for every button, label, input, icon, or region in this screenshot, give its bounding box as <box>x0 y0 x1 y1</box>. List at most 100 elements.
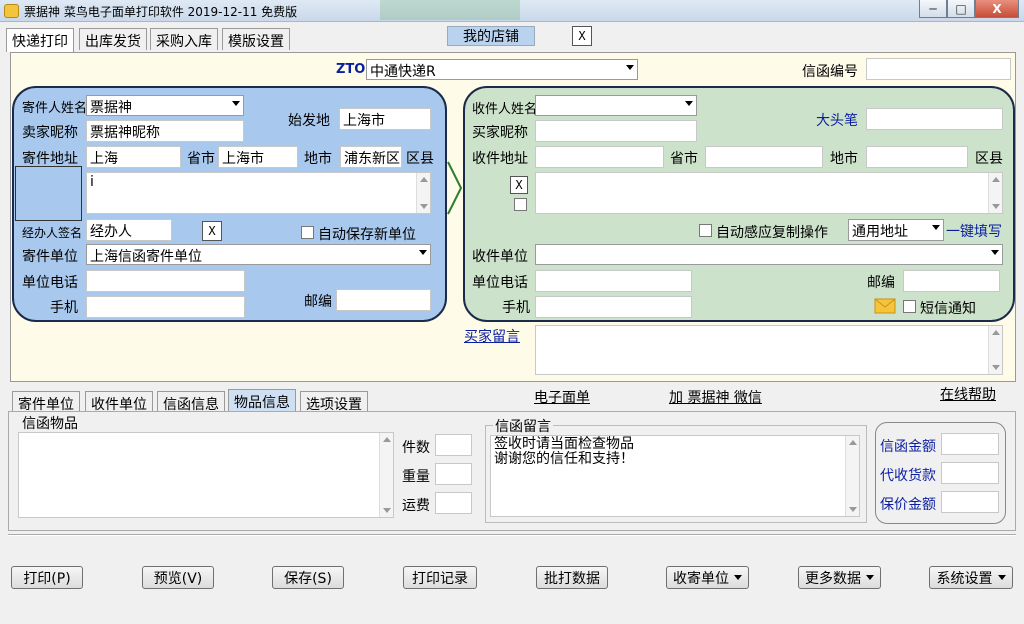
seller-nick-label: 卖家昵称 <box>22 125 78 141</box>
seller-nick-input[interactable]: 票据神昵称 <box>86 120 244 142</box>
insured-input[interactable] <box>941 491 999 513</box>
sender-zip-input[interactable] <box>336 289 431 311</box>
batch-print-button[interactable]: 批打数据 <box>536 566 608 589</box>
receiver-addr-detail[interactable] <box>535 172 1003 214</box>
arrow-right-icon <box>447 161 463 215</box>
message-line-2: 谢谢您的信任和支持！ <box>494 451 634 467</box>
sender-mobile-input[interactable] <box>86 296 245 318</box>
autocopy-checkbox[interactable] <box>699 224 712 237</box>
letter-no-input[interactable] <box>866 58 1011 80</box>
print-records-button[interactable]: 打印记录 <box>403 566 477 589</box>
message-label: 信函留言 <box>493 416 553 436</box>
tab-express-print[interactable]: 快递打印 <box>6 28 74 52</box>
receiver-county-label: 区县 <box>975 151 1003 167</box>
handler-input[interactable]: 经办人 <box>86 219 172 241</box>
handler-label: 经办人签名 <box>22 226 83 240</box>
close-button[interactable]: X <box>975 0 1019 18</box>
preview-button[interactable]: 预览(V) <box>142 566 214 589</box>
envelope-icon[interactable] <box>874 298 896 314</box>
print-button[interactable]: 打印(P) <box>11 566 83 589</box>
receiver-addr-checkbox[interactable] <box>514 198 527 211</box>
sender-name-label: 寄件人姓名 <box>22 101 88 116</box>
tab-sender-unit[interactable]: 寄件单位 <box>12 391 80 413</box>
buyer-nick-input[interactable] <box>535 120 697 142</box>
cod-input[interactable] <box>941 462 999 484</box>
close-shop-button[interactable]: X <box>572 26 592 46</box>
receiver-mobile-input[interactable] <box>535 296 692 318</box>
tab-options[interactable]: 选项设置 <box>300 391 368 413</box>
goods-textarea[interactable] <box>18 432 394 518</box>
insured-label: 保价金额 <box>880 497 936 513</box>
sender-phone-input[interactable] <box>86 270 245 292</box>
handler-clear-button[interactable]: X <box>202 221 222 241</box>
receiver-zip-label: 邮编 <box>867 275 895 291</box>
receiver-district-label: 地市 <box>830 151 858 167</box>
carrier-code: ZTO <box>336 62 366 77</box>
origin-input[interactable]: 上海市 <box>339 108 431 130</box>
receiver-city-input[interactable] <box>705 146 823 168</box>
sender-addr-detail[interactable]: i <box>86 172 431 214</box>
message-textarea[interactable]: 签收时请当面检查物品 谢谢您的信任和支持！ <box>490 435 860 517</box>
count-label: 件数 <box>402 440 430 456</box>
sender-mobile-label: 手机 <box>50 300 78 316</box>
sender-city-input[interactable]: 上海市 <box>218 146 298 168</box>
receiver-district-input[interactable] <box>866 146 968 168</box>
buyer-msg-input[interactable] <box>535 325 1003 375</box>
count-input[interactable] <box>435 434 472 456</box>
sms-label: 短信通知 <box>920 301 976 317</box>
esheet-link[interactable]: 电子面单 <box>534 387 590 407</box>
sender-city-label: 省市 <box>187 151 215 167</box>
autosave-checkbox[interactable] <box>301 226 314 239</box>
tab-letter-info[interactable]: 信函信息 <box>157 391 225 413</box>
sender-unit-label: 寄件单位 <box>22 249 78 265</box>
minimize-button[interactable]: ─ <box>919 0 947 18</box>
wechat-link[interactable]: 加 票据神 微信 <box>669 387 762 407</box>
bighead-input[interactable] <box>866 108 1003 130</box>
sender-district-input[interactable]: 浦东新区 <box>340 146 402 168</box>
sms-checkbox[interactable] <box>903 300 916 313</box>
title-bar: 票据神 菜鸟电子面单打印软件 2019-12-11 免费版 <box>0 0 1024 22</box>
receiver-province-input[interactable] <box>535 146 664 168</box>
letter-amount-label: 信函金额 <box>880 439 936 455</box>
tab-receiver-unit[interactable]: 收件单位 <box>85 391 153 413</box>
receiver-phone-input[interactable] <box>535 270 692 292</box>
letter-amount-input[interactable] <box>941 433 999 455</box>
sender-addr-label: 寄件地址 <box>22 151 78 167</box>
onekey-fill-link[interactable]: 一键填写 <box>946 221 1002 241</box>
help-link[interactable]: 在线帮助 <box>940 384 996 404</box>
receiver-name-select[interactable] <box>535 95 697 116</box>
receiver-phone-label: 单位电话 <box>472 275 528 291</box>
sender-zip-label: 邮编 <box>304 294 332 310</box>
receiver-addr-clear-button[interactable]: X <box>510 176 528 194</box>
senders-button[interactable]: 收寄单位 <box>666 566 749 589</box>
system-settings-button[interactable]: 系统设置 <box>929 566 1013 589</box>
weight-label: 重量 <box>402 469 430 485</box>
sender-province-input[interactable]: 上海 <box>86 146 181 168</box>
message-line-1: 签收时请当面检查物品 <box>494 436 634 452</box>
addr-type-select[interactable]: 通用地址 <box>848 219 944 241</box>
sender-unit-select[interactable]: 上海信函寄件单位 <box>86 244 431 265</box>
save-button[interactable]: 保存(S) <box>272 566 344 589</box>
buyer-msg-link[interactable]: 买家留言 <box>464 326 520 346</box>
my-shop-button[interactable]: 我的店铺 <box>447 26 535 46</box>
freight-input[interactable] <box>435 492 472 514</box>
more-data-button[interactable]: 更多数据 <box>798 566 881 589</box>
receiver-unit-select[interactable] <box>535 244 1003 265</box>
autocopy-label: 自动感应复制操作 <box>716 225 828 241</box>
receiver-mobile-label: 手机 <box>502 300 530 316</box>
tab-template[interactable]: 模版设置 <box>222 28 290 50</box>
receiver-zip-input[interactable] <box>903 270 1000 292</box>
tab-goods-info[interactable]: 物品信息 <box>228 389 296 411</box>
tab-outbound[interactable]: 出库发货 <box>79 28 147 50</box>
autosave-label: 自动保存新单位 <box>318 227 416 243</box>
maximize-button[interactable]: □ <box>947 0 975 18</box>
weight-input[interactable] <box>435 463 472 485</box>
sender-phone-label: 单位电话 <box>22 275 78 291</box>
background-window-strip <box>380 0 520 20</box>
carrier-select[interactable]: 中通快递R <box>366 59 638 80</box>
sender-district-label: 地市 <box>304 151 332 167</box>
tab-purchase[interactable]: 采购入库 <box>150 28 218 50</box>
sender-photo <box>15 166 82 221</box>
sender-name-select[interactable]: 票据神 <box>86 95 244 116</box>
freight-label: 运费 <box>402 498 430 514</box>
